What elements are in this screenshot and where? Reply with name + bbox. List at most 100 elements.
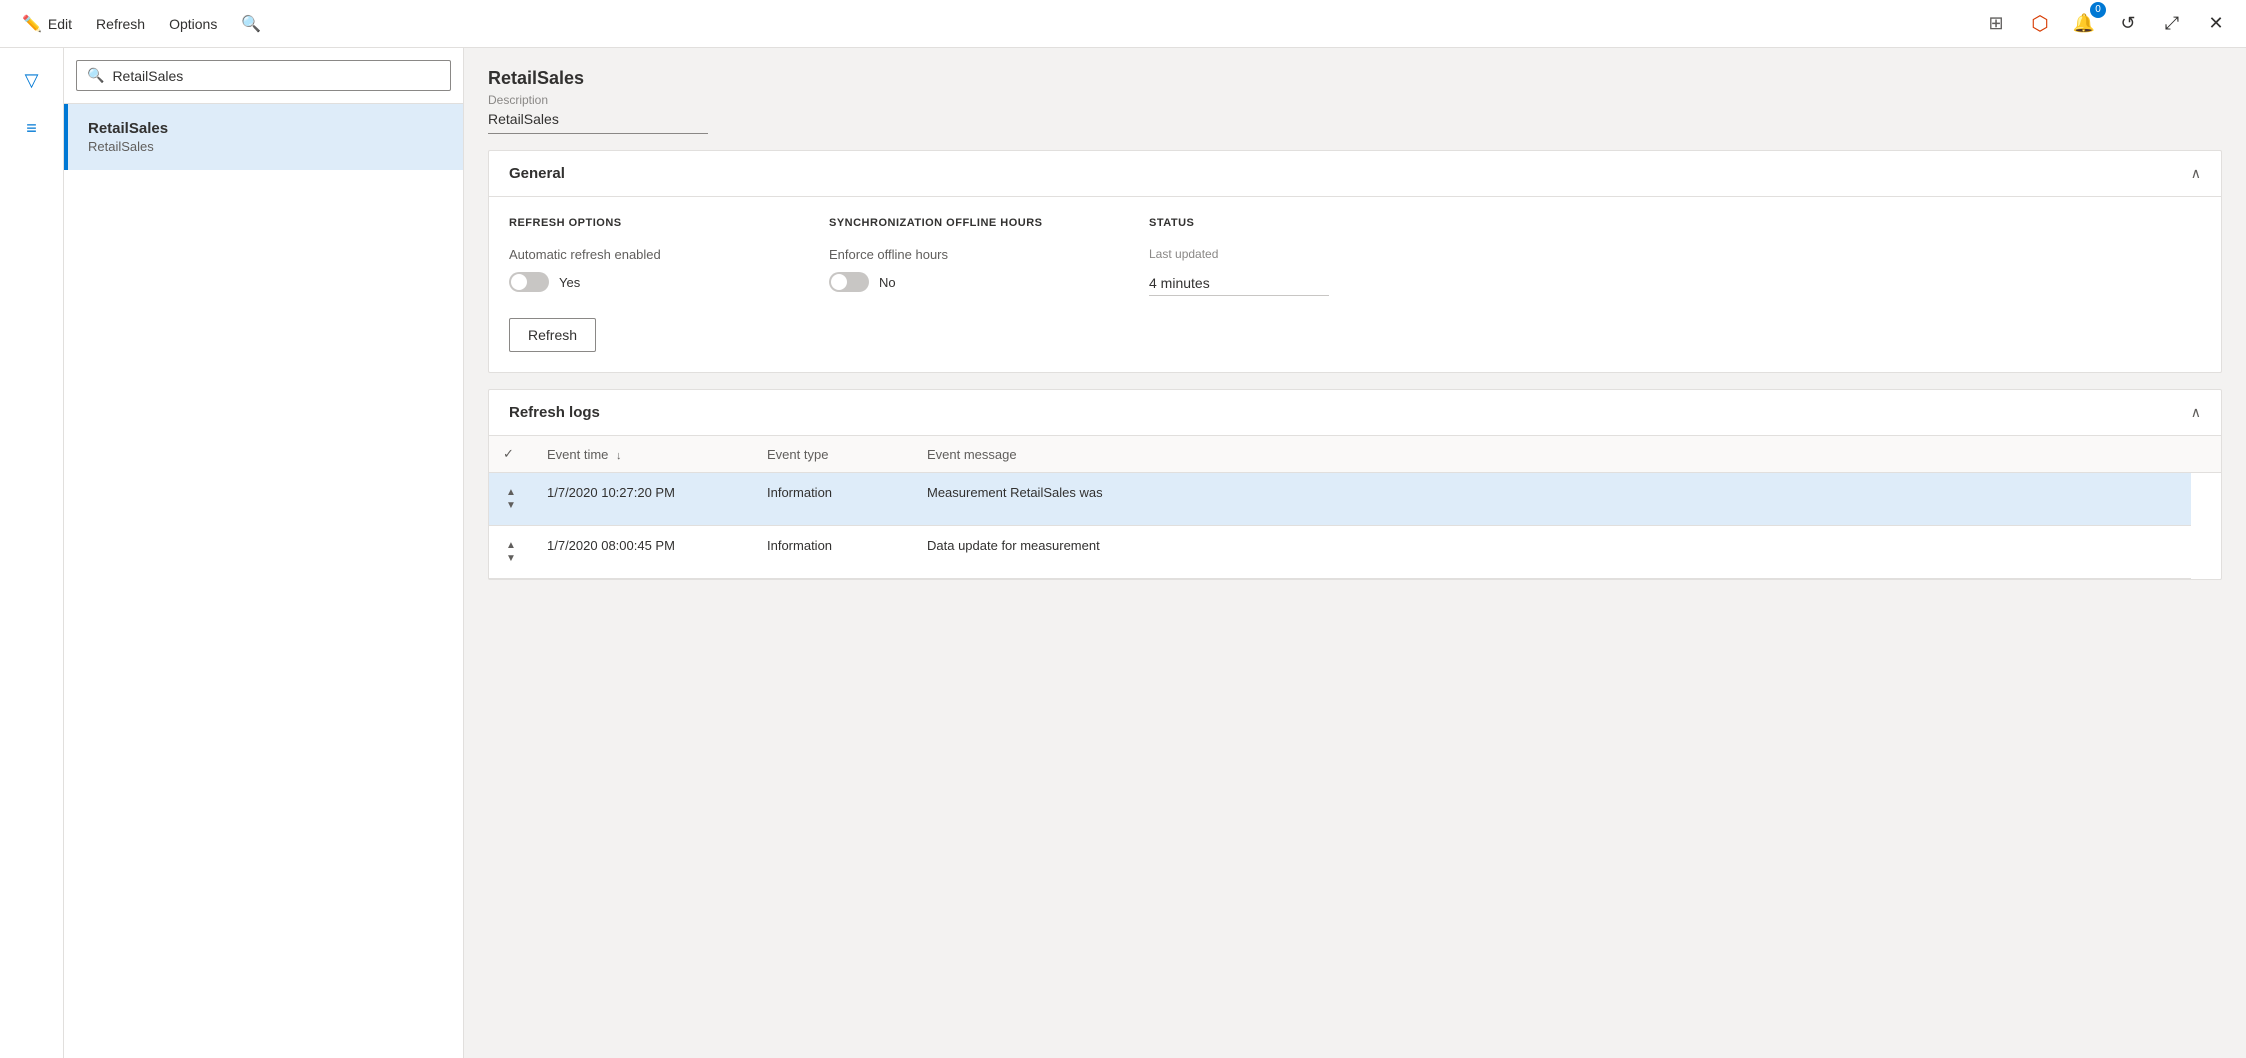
scroll-up-icon[interactable]: ▲ [506,487,516,498]
refresh-logs-header[interactable]: Refresh logs ∧ [489,390,2221,436]
refresh-toolbar-button[interactable]: Refresh [86,10,155,38]
refresh-toolbar-label: Refresh [96,16,145,32]
general-section-body: REFRESH OPTIONS Automatic refresh enable… [489,197,2221,372]
expand-icon: ⤢ [2165,13,2179,34]
enforce-offline-row: No [829,272,1089,292]
status-label: STATUS [1149,217,1349,229]
auto-refresh-toggle[interactable] [509,272,549,292]
description-label: Description [488,93,2222,107]
office-icon-button[interactable]: ⬡ [2022,6,2058,42]
table-row[interactable]: ▲ ▼ 1/7/2020 10:27:20 PMInformationMeasu… [489,473,2221,526]
logs-table-header-row: ✓ Event time ↓ Event type [489,436,2221,473]
event-type-cell: Information [753,473,913,526]
refresh-logs-body: ✓ Event time ↓ Event type [489,436,2221,579]
office-icon: ⬡ [2031,11,2048,36]
panel: 🔍 RetailSales RetailSales [64,48,464,1058]
main-container: ▽ ≡ 🔍 RetailSales RetailSales RetailSale… [0,48,2246,1058]
col-header-event-time[interactable]: Event time ↓ [533,436,753,473]
filter-button[interactable]: ▽ [12,60,52,100]
search-toolbar-button[interactable]: 🔍 [231,8,271,40]
refresh-cycle-icon: ↺ [2120,13,2135,34]
panel-search: 🔍 [64,48,463,104]
row-scroll-cell: ▲ ▼ [489,526,533,579]
row-scroll: ▲ ▼ [503,538,519,566]
options-label: Options [169,16,217,32]
notification-area: 🔔 0 [2066,6,2102,42]
refresh-logs-section: Refresh logs ∧ ✓ Event time [488,389,2222,580]
enforce-offline-label: Enforce offline hours [829,247,1089,262]
notification-count: 0 [2090,2,2106,18]
refresh-button[interactable]: Refresh [509,318,596,352]
search-toolbar-icon: 🔍 [241,14,261,34]
sort-icon: ↓ [616,450,622,462]
panel-list: RetailSales RetailSales [64,104,463,1058]
content-area: RetailSales Description RetailSales Gene… [464,48,2246,1058]
col-header-event-message[interactable]: Event message [913,436,2191,473]
options-button[interactable]: Options [159,10,227,38]
page-title: RetailSales [488,68,2222,89]
fabric-icon-button[interactable]: ⊞ [1978,6,2014,42]
event-message-cell: Data update for measurement [913,526,2191,579]
event-time-cell: 1/7/2020 10:27:20 PM [533,473,753,526]
general-columns: REFRESH OPTIONS Automatic refresh enable… [509,217,2201,352]
list-button[interactable]: ≡ [12,108,52,148]
event-message-label: Event message [927,447,1017,462]
refresh-options-label: REFRESH OPTIONS [509,217,769,229]
bell-icon: 🔔 [2073,13,2095,34]
sync-offline-label: SYNCHRONIZATION OFFLINE HOURS [829,217,1089,229]
auto-refresh-thumb [511,274,527,290]
panel-item-subtitle: RetailSales [88,139,443,154]
general-chevron-icon: ∧ [2191,165,2201,182]
edit-label: Edit [48,16,72,32]
col-header-event-type[interactable]: Event type [753,436,913,473]
refresh-options-col: REFRESH OPTIONS Automatic refresh enable… [509,217,769,352]
last-updated-value: 4 minutes [1149,275,1329,296]
auto-refresh-label: Automatic refresh enabled [509,247,769,262]
fabric-icon: ⊞ [1988,13,2003,34]
check-icon: ✓ [503,446,514,461]
edit-button[interactable]: ✏️ Edit [12,8,82,40]
event-time-label: Event time [547,447,608,462]
table-row[interactable]: ▲ ▼ 1/7/2020 08:00:45 PMInformationData … [489,526,2221,579]
expand-button[interactable]: ⤢ [2154,6,2190,42]
toolbar: ✏️ Edit Refresh Options 🔍 ⊞ ⬡ 🔔 0 ↺ ⤢ ✕ [0,0,2246,48]
event-time-cell: 1/7/2020 08:00:45 PM [533,526,753,579]
general-section: General ∧ REFRESH OPTIONS Automatic refr… [488,150,2222,373]
list-icon: ≡ [26,118,37,139]
search-box[interactable]: 🔍 [76,60,451,91]
close-button[interactable]: ✕ [2198,6,2234,42]
filter-icon: ▽ [25,70,39,91]
refresh-cycle-button[interactable]: ↺ [2110,6,2146,42]
search-icon: 🔍 [87,67,104,84]
auto-refresh-value: Yes [559,275,580,290]
description-value: RetailSales [488,111,708,134]
logs-table: ✓ Event time ↓ Event type [489,436,2221,579]
event-type-label: Event type [767,447,828,462]
sync-offline-col: SYNCHRONIZATION OFFLINE HOURS Enforce of… [829,217,1089,292]
panel-item-retailsales[interactable]: RetailSales RetailSales [64,104,463,170]
last-updated-label: Last updated [1149,247,1349,261]
enforce-offline-value: No [879,275,896,290]
logs-table-body: ▲ ▼ 1/7/2020 10:27:20 PMInformationMeasu… [489,473,2221,579]
sidebar: ▽ ≡ [0,48,64,1058]
close-icon: ✕ [2208,13,2223,34]
event-message-cell: Measurement RetailSales was [913,473,2191,526]
scroll-up-icon[interactable]: ▲ [506,540,516,551]
refresh-logs-title: Refresh logs [509,404,600,421]
general-section-title: General [509,165,565,182]
row-scroll-cell: ▲ ▼ [489,473,533,526]
scroll-down-icon[interactable]: ▼ [506,553,516,564]
col-header-check: ✓ [489,436,533,473]
auto-refresh-row: Yes [509,272,769,292]
search-input[interactable] [112,68,440,84]
content-inner: RetailSales Description RetailSales Gene… [464,48,2246,616]
toolbar-right: ⊞ ⬡ 🔔 0 ↺ ⤢ ✕ [1978,6,2234,42]
logs-table-head: ✓ Event time ↓ Event type [489,436,2221,473]
enforce-offline-toggle[interactable] [829,272,869,292]
general-section-header[interactable]: General ∧ [489,151,2221,197]
refresh-btn-area: Refresh [509,318,769,352]
enforce-offline-thumb [831,274,847,290]
event-type-cell: Information [753,526,913,579]
scroll-down-icon[interactable]: ▼ [506,500,516,511]
row-scroll: ▲ ▼ [503,485,519,513]
